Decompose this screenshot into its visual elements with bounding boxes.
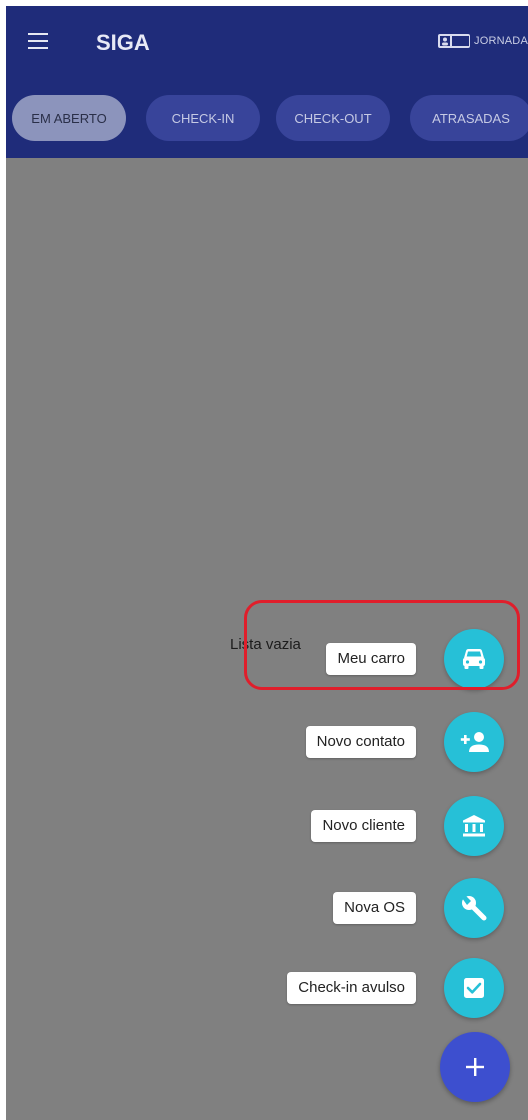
novo-cliente-button[interactable] (444, 796, 504, 856)
tab-check-in[interactable]: CHECK-IN (146, 95, 260, 141)
check-in-avulso-button[interactable] (444, 958, 504, 1018)
tab-label: CHECK-IN (171, 110, 235, 126)
screen: SIGA JORNADA EM ABERTO CHECK-IN CHECK-OU… (6, 6, 528, 1120)
add-person-icon (460, 732, 489, 752)
tab-em-aberto[interactable]: EM ABERTO (12, 95, 126, 141)
highlight-box (244, 600, 520, 690)
checkbox-icon (464, 978, 484, 998)
wrench-icon (462, 895, 487, 921)
nova-os-label[interactable]: Nova OS (333, 892, 416, 924)
tab-label: ATRASADAS (432, 110, 510, 126)
speed-dial-nova-os: Nova OS (6, 878, 528, 940)
tab-label: EM ABERTO (31, 110, 107, 126)
tab-check-out[interactable]: CHECK-OUT (276, 95, 390, 141)
app-bar: SIGA JORNADA (6, 6, 528, 78)
speed-dial-check-in-avulso: Check-in avulso (6, 958, 528, 1020)
app-title: SIGA (96, 30, 150, 55)
menu-icon[interactable] (28, 33, 48, 49)
speed-dial-novo-contato: Novo contato (6, 712, 528, 774)
main-fab-button[interactable] (440, 1032, 510, 1102)
novo-contato-label[interactable]: Novo contato (305, 726, 416, 758)
jornada-button[interactable]: JORNADA (438, 34, 528, 48)
speed-dial-novo-cliente: Novo cliente (6, 796, 528, 858)
novo-cliente-label[interactable]: Novo cliente (311, 810, 416, 842)
tab-bar: EM ABERTO CHECK-IN CHECK-OUT ATRASADAS (6, 78, 528, 158)
nova-os-button[interactable] (444, 878, 504, 938)
tab-label: CHECK-OUT (294, 110, 372, 126)
id-badge-icon (438, 34, 471, 48)
plus-icon (466, 1058, 484, 1076)
bank-icon (463, 815, 485, 837)
jornada-label: JORNADA (474, 35, 528, 47)
check-in-avulso-label[interactable]: Check-in avulso (287, 972, 416, 1004)
tab-atrasadas[interactable]: ATRASADAS (410, 95, 528, 141)
novo-contato-button[interactable] (444, 712, 504, 772)
